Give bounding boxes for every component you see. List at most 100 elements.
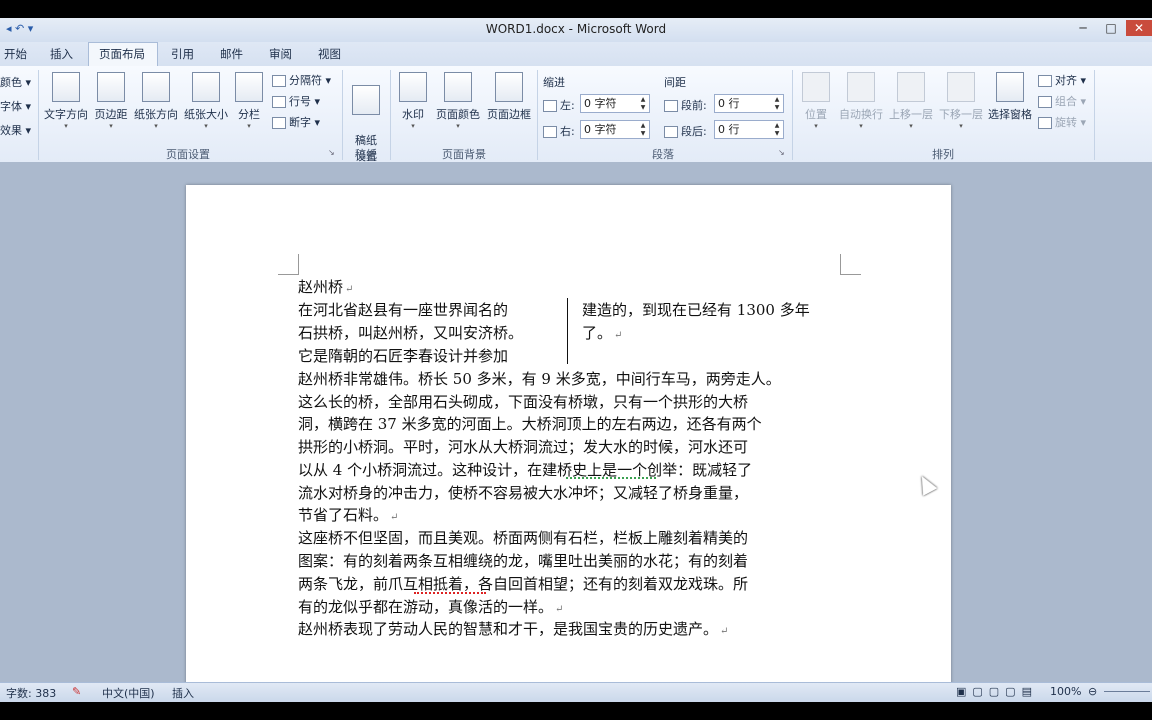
theme-colors[interactable]: 颜色 ▾	[0, 74, 31, 90]
group-icon	[1038, 96, 1052, 108]
window-title: WORD1.docx - Microsoft Word	[485, 22, 667, 36]
para4-line: 赵州桥表现了劳动人民的智慧和才干，是我国宝贵的历史遗产。 ↵	[298, 620, 729, 638]
spacing-after-input[interactable]: 0 行 ▲ ▼	[714, 120, 784, 139]
para3-line: 图案：有的刻着两条互相缠绕的龙，嘴里吐出美丽的水花；有的刻着	[298, 552, 749, 570]
tab-view[interactable]: 视图	[318, 46, 341, 62]
margins-icon	[97, 72, 125, 102]
margins-button[interactable]: 页边距 ▾	[92, 70, 130, 140]
para3-line: 这座桥不但坚固，而且美观。桥面两侧有石栏，栏板上雕刻着精美的	[298, 529, 749, 547]
maximize-button[interactable]: □	[1098, 20, 1124, 36]
paper-size-icon	[192, 72, 220, 102]
para2-line: 以从 4 个小桥洞流过。这种设计，在建桥史上是一个创举：既减轻了	[298, 461, 753, 479]
paper-size-button[interactable]: 纸张大小 ▾	[182, 70, 230, 140]
wrap-text-icon	[847, 72, 875, 102]
col2-line: 了。 ↵	[582, 324, 623, 342]
indent-left-label: 左:	[543, 97, 575, 113]
watermark-button[interactable]: 水印 ▾	[396, 70, 430, 140]
col2-line: 建造的，到现在已经有 1300 多年	[582, 301, 810, 319]
separator	[342, 70, 343, 160]
orientation-button[interactable]: 纸张方向 ▾	[132, 70, 180, 140]
para2-line: 这么长的桥，全部用石头砌成，下面没有桥墩，只有一个拱形的大桥	[298, 393, 749, 411]
send-backward-icon	[947, 72, 975, 102]
separator	[792, 70, 793, 160]
page-color-button[interactable]: 页面颜色 ▾	[432, 70, 484, 140]
tab-review[interactable]: 审阅	[269, 46, 292, 62]
para2-line: 洞，横跨在 37 米多宽的河面上。大桥洞顶上的左右两边，还各有两个	[298, 415, 762, 433]
bring-forward-button[interactable]: 上移一层 ▾	[886, 70, 936, 140]
rotate-button[interactable]: 旋转 ▾	[1038, 114, 1086, 130]
orientation-icon	[142, 72, 170, 102]
tab-page-layout[interactable]: 页面布局	[99, 46, 145, 62]
send-backward-button[interactable]: 下移一层 ▾	[936, 70, 986, 140]
align-icon	[1038, 75, 1052, 87]
hyphenation-button[interactable]: 断字 ▾	[272, 114, 320, 130]
view-buttons-icon[interactable]: ▣▢▢▢▤	[956, 685, 1038, 698]
manuscript-icon	[352, 85, 380, 115]
spinner-arrows[interactable]: ▲ ▼	[638, 122, 648, 138]
position-button[interactable]: 位置 ▾	[796, 70, 836, 140]
page-setup-launcher[interactable]: ↘	[328, 148, 335, 157]
col1-line: 石拱桥，叫赵州桥，又叫安济桥。	[298, 324, 524, 342]
paragraph-launcher[interactable]: ↘	[778, 148, 785, 157]
theme-effects[interactable]: 效果 ▾	[0, 122, 31, 138]
spinner-arrows[interactable]: ▲ ▼	[772, 96, 782, 112]
tab-mailings[interactable]: 邮件	[220, 46, 243, 62]
selection-pane-icon	[996, 72, 1024, 102]
wrap-text-button[interactable]: 自动换行 ▾	[836, 70, 886, 140]
align-button[interactable]: 对齐 ▾	[1038, 72, 1086, 88]
doc-title-line: 赵州桥 ↵	[298, 278, 354, 296]
para2-line: 拱形的小桥洞。平时，河水从大桥洞流过；发大水的时候，河水还可	[298, 438, 749, 456]
spinner-arrows[interactable]: ▲ ▼	[772, 122, 782, 138]
para3-line: 有的龙似乎都在游动，真像活的一样。 ↵	[298, 598, 564, 616]
zoom-slider[interactable]	[1104, 691, 1150, 692]
proofing-icon[interactable]: ✎	[72, 685, 81, 698]
group-label-page-background: 页面背景	[442, 148, 486, 161]
indent-left-icon	[543, 100, 557, 112]
spacing-before-icon	[664, 100, 678, 112]
zoom-out-icon[interactable]: ⊖	[1088, 685, 1097, 698]
language-indicator[interactable]: 中文(中国)	[102, 685, 155, 701]
crop-mark-top-right	[840, 254, 861, 275]
selection-pane-button[interactable]: 选择窗格	[986, 70, 1034, 140]
tab-insert[interactable]: 插入	[50, 46, 73, 62]
spacing-label: 间距	[664, 76, 686, 89]
para2-line: 流水对桥身的冲击力，使桥不容易被大水冲坏；又减轻了桥身重量，	[298, 484, 749, 502]
separator	[1094, 70, 1095, 160]
bring-forward-icon	[897, 72, 925, 102]
indent-right-input[interactable]: 0 字符 ▲ ▼	[580, 120, 650, 139]
rotate-icon	[1038, 117, 1052, 129]
page-color-icon	[444, 72, 472, 102]
bottom-black-bar	[0, 702, 1152, 720]
top-black-bar	[0, 0, 1152, 18]
breaks-icon	[272, 75, 286, 87]
spinner-arrows[interactable]: ▲ ▼	[638, 96, 648, 112]
manuscript-settings-button[interactable]: 稿纸 设置	[346, 70, 386, 163]
para3-line: 两条飞龙，前爪互相抵着，各自回首相望；还有的刻着双龙戏珠。所	[298, 575, 749, 593]
close-button[interactable]: ✕	[1126, 20, 1152, 36]
position-icon	[802, 72, 830, 102]
page-borders-button[interactable]: 页面边框	[484, 70, 534, 140]
zoom-level[interactable]: 100%	[1050, 685, 1081, 698]
columns-button[interactable]: 分栏 ▾	[232, 70, 266, 140]
separator	[390, 70, 391, 160]
minimize-button[interactable]: ─	[1070, 20, 1096, 36]
columns-icon	[235, 72, 263, 102]
group-button[interactable]: 组合 ▾	[1038, 93, 1086, 109]
spacing-after-label: 段后:	[664, 123, 707, 139]
crop-mark-top-left	[278, 254, 299, 275]
hyphenation-icon	[272, 117, 286, 129]
watermark-icon	[399, 72, 427, 102]
text-direction-button[interactable]: 文字方向 ▾	[40, 70, 92, 140]
indent-right-label: 右:	[543, 123, 575, 139]
tab-references[interactable]: 引用	[171, 46, 194, 62]
word-count[interactable]: 字数: 383	[6, 685, 56, 701]
insert-mode-indicator[interactable]: 插入	[172, 685, 194, 701]
spacing-before-input[interactable]: 0 行 ▲ ▼	[714, 94, 784, 113]
indent-left-input[interactable]: 0 字符 ▲ ▼	[580, 94, 650, 113]
theme-fonts[interactable]: 字体 ▾	[0, 98, 31, 114]
line-numbers-button[interactable]: 行号 ▾	[272, 93, 320, 109]
breaks-button[interactable]: 分隔符 ▾	[272, 72, 331, 88]
tab-home[interactable]: 开始	[4, 46, 27, 62]
text-direction-icon	[52, 72, 80, 102]
group-label-manuscript: 稿纸	[355, 148, 377, 161]
